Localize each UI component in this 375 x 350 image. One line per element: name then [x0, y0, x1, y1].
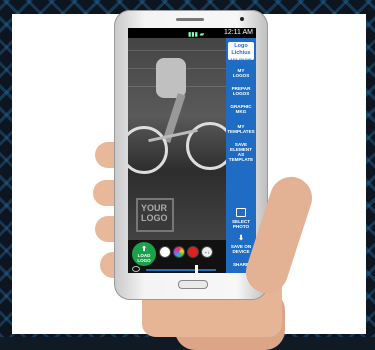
- opacity-slider[interactable]: [146, 269, 216, 271]
- download-icon: ⬇: [238, 235, 244, 242]
- opacity-slider-knob[interactable]: [194, 265, 198, 273]
- photo-icon: [236, 208, 246, 217]
- status-time: 12:11 AM: [223, 29, 253, 36]
- brand-name-line1: Logo: [234, 43, 248, 49]
- load-logo-button[interactable]: ⬆ LOAD LOGO: [132, 242, 156, 266]
- sidebar-item-prepar-logos[interactable]: PREPAR LOGOS: [226, 86, 256, 96]
- select-photo-label: SELECT PHOTO: [231, 219, 251, 229]
- bicycle-wheel: [128, 126, 168, 174]
- bottom-toolbar: ⬆ LOAD LOGO + /: [128, 240, 226, 273]
- logo-placeholder-line2: LOGO: [141, 213, 168, 223]
- load-logo-label: LOAD LOGO: [137, 253, 151, 263]
- upload-icon: ⬆: [141, 246, 147, 253]
- logo-placeholder-line1: YOUR: [141, 203, 168, 213]
- brand-tagline: a.k.a. you-logo: [230, 57, 252, 61]
- sidebar: Logo Lichius a.k.a. you-logo MY LOGOS PR…: [226, 38, 256, 273]
- save-on-device-label: SAVE ON DEVICE: [230, 244, 252, 254]
- photo-canvas[interactable]: YOUR LOGO: [128, 38, 234, 260]
- sidebar-item-save-template[interactable]: SAVE ELEMENT AS TEMPLATE: [226, 142, 256, 162]
- phone-screen: ▮▮▮ ▰ 12:11 AM YOUR LOGO Logo Lichius a.…: [128, 28, 256, 273]
- phone-earpiece: [176, 18, 204, 21]
- red-color-tool[interactable]: [187, 246, 199, 258]
- sidebar-item-graphic-mkg[interactable]: GRAPHIC MKG: [226, 104, 256, 114]
- brand-logo: Logo Lichius a.k.a. you-logo: [228, 42, 254, 61]
- home-button[interactable]: [178, 280, 208, 289]
- status-bar: ▮▮▮ ▰ 12:11 AM: [128, 28, 256, 38]
- sidebar-item-select-photo[interactable]: SELECT PHOTO: [226, 208, 256, 229]
- eye-icon[interactable]: [132, 266, 140, 272]
- logo-placeholder[interactable]: YOUR LOGO: [136, 198, 174, 232]
- white-color-tool[interactable]: [159, 246, 171, 258]
- color-wheel-tool[interactable]: [173, 246, 185, 258]
- front-camera-icon: [240, 17, 244, 21]
- photo-detail: [128, 50, 226, 51]
- sidebar-item-my-templates[interactable]: MY TEMPLATES: [226, 124, 256, 134]
- phone-device: ▮▮▮ ▰ 12:11 AM YOUR LOGO Logo Lichius a.…: [114, 10, 268, 300]
- sidebar-item-my-logos[interactable]: MY LOGOS: [226, 68, 256, 78]
- brand-name-line2: Lichius: [231, 50, 251, 56]
- photo-cyclist: [156, 58, 186, 98]
- edit-tool[interactable]: + /: [201, 246, 213, 258]
